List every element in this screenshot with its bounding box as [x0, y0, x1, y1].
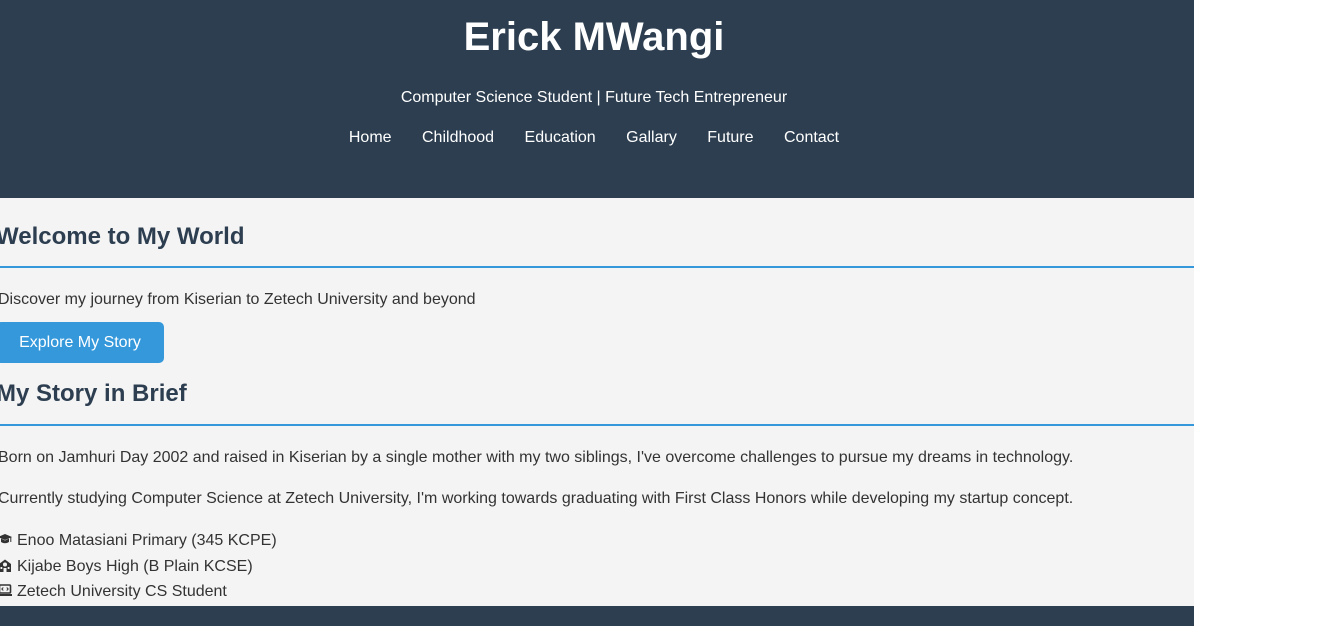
welcome-divider [0, 266, 1194, 268]
milestone-text: Zetech University CS Student [17, 583, 227, 600]
main-nav: Home Childhood Education Gallary Future … [0, 128, 1188, 148]
nav-link-contact[interactable]: Contact [784, 129, 839, 146]
nav-link-gallary[interactable]: Gallary [626, 129, 677, 146]
site-title: Erick MWangi [463, 15, 725, 59]
tagline: Computer Science Student | Future Tech E… [400, 89, 788, 106]
milestone-item: Enoo Matasiani Primary (345 KCPE) [0, 531, 277, 557]
graduation-cap-icon [0, 532, 12, 546]
site-footer [0, 606, 1194, 626]
milestone-item: Zetech University CS Student [0, 582, 277, 608]
school-icon [0, 558, 12, 572]
story-heading: My Story in Brief [0, 380, 187, 407]
welcome-heading: Welcome to My World [0, 223, 245, 250]
story-paragraph-2: Currently studying Computer Science at Z… [0, 490, 1074, 507]
nav-link-education[interactable]: Education [525, 129, 596, 146]
nav-link-future[interactable]: Future [707, 129, 753, 146]
laptop-code-icon [0, 583, 12, 597]
nav-link-childhood[interactable]: Childhood [422, 129, 494, 146]
site-header: Erick MWangi Computer Science Student | … [0, 0, 1194, 198]
milestone-text: Kijabe Boys High (B Plain KCSE) [17, 557, 253, 575]
milestone-text: Enoo Matasiani Primary (345 KCPE) [17, 532, 277, 549]
welcome-text: Discover my journey from Kiserian to Zet… [0, 291, 476, 308]
story-paragraph-1: Born on Jamhuri Day 2002 and raised in K… [0, 449, 1074, 466]
explore-story-button[interactable]: Explore My Story [0, 322, 164, 363]
nav-link-home[interactable]: Home [349, 129, 392, 146]
milestone-item: Kijabe Boys High (B Plain KCSE) [0, 557, 277, 583]
milestones-list: Enoo Matasiani Primary (345 KCPE) Kijabe… [0, 531, 277, 608]
page: Erick MWangi Computer Science Student | … [0, 0, 1194, 626]
story-divider [0, 424, 1194, 426]
